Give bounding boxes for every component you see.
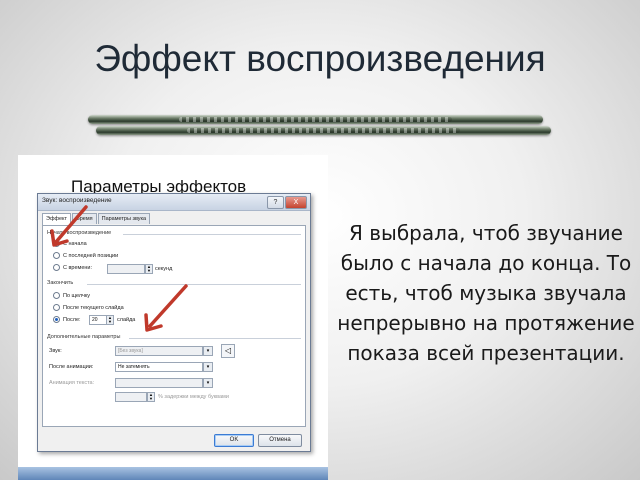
letter-delay-spinner[interactable]: ▲ ▼ bbox=[147, 392, 155, 402]
dialog-titlebar: Звук: воспроизведение ? X bbox=[38, 194, 310, 211]
speaker-icon[interactable]: ◁ bbox=[221, 344, 235, 358]
slides-count-spinner[interactable]: ▲ ▼ bbox=[106, 315, 114, 325]
radio-icon bbox=[53, 292, 60, 299]
radio-icon bbox=[53, 304, 60, 311]
seconds-label: секунд bbox=[155, 266, 173, 272]
sound-label: Звук: bbox=[49, 348, 62, 354]
radio-label: После текущего слайда bbox=[63, 304, 124, 311]
radio-after-current-slide[interactable]: После текущего слайда bbox=[53, 304, 124, 311]
sound-dropdown-arrow[interactable]: ▾ bbox=[203, 346, 213, 356]
slide-title: Эффект воспроизведения bbox=[94, 38, 546, 79]
radio-label: С последней позиции bbox=[63, 252, 119, 259]
decorative-rod-bottom bbox=[96, 126, 551, 135]
tab-sound-settings[interactable]: Параметры звука bbox=[97, 213, 151, 224]
radio-from-time[interactable]: С времени: bbox=[53, 264, 92, 271]
text-animation-dropdown-arrow[interactable]: ▾ bbox=[203, 378, 213, 388]
help-button[interactable]: ? bbox=[267, 196, 284, 209]
start-time-field[interactable] bbox=[107, 264, 145, 274]
radio-from-last-position[interactable]: С последней позиции bbox=[53, 252, 118, 259]
letter-delay-label: % задержки между буквами bbox=[158, 394, 229, 400]
after-animation-select[interactable]: Не затемнять bbox=[115, 362, 203, 372]
tab-effect[interactable]: Эффект bbox=[42, 213, 72, 225]
dialog-screenshot: Параметры эффектов Звук: воспроизведение… bbox=[18, 155, 328, 480]
dialog-tabs: Эффект Время Параметры звука bbox=[42, 213, 151, 225]
dialog-body: Начать воспроизведение С начала С послед… bbox=[42, 225, 306, 427]
after-animation-label: После анимации: bbox=[49, 364, 94, 370]
start-group-label: Начать воспроизведение bbox=[47, 230, 112, 236]
dialog-title: Звук: воспроизведение bbox=[42, 197, 112, 204]
cancel-button[interactable]: Отмена bbox=[258, 434, 302, 447]
end-group-label: Закончить bbox=[47, 280, 74, 286]
radio-after-n-slides[interactable]: После: bbox=[53, 316, 81, 323]
extra-group-label: Дополнительные параметры bbox=[47, 334, 121, 340]
decorative-rod-top bbox=[88, 115, 543, 124]
radio-label: После: bbox=[63, 316, 81, 323]
radio-from-start[interactable]: С начала bbox=[53, 240, 87, 247]
sound-playback-dialog: Звук: воспроизведение ? X Эффект Время П… bbox=[37, 193, 311, 452]
tab-timing[interactable]: Время bbox=[72, 213, 97, 224]
close-button[interactable]: X bbox=[285, 196, 307, 209]
radio-icon bbox=[53, 264, 60, 271]
text-animation-select[interactable] bbox=[115, 378, 203, 388]
radio-icon bbox=[53, 240, 60, 247]
text-animation-label: Анимация текста: bbox=[49, 380, 95, 386]
start-time-spinner[interactable]: ▲ ▼ bbox=[145, 264, 153, 274]
slides-count-field[interactable]: 20 bbox=[89, 315, 107, 325]
divider bbox=[87, 284, 301, 285]
sound-select[interactable]: [Без звука] bbox=[115, 346, 203, 356]
letter-delay-field[interactable] bbox=[115, 392, 147, 402]
radio-on-click[interactable]: По щелчку bbox=[53, 292, 90, 299]
radio-label: По щелчку bbox=[63, 292, 91, 299]
taskbar bbox=[18, 467, 328, 480]
radio-icon bbox=[53, 316, 60, 323]
ok-button[interactable]: OK bbox=[214, 434, 254, 447]
radio-label: С времени: bbox=[63, 264, 93, 271]
radio-icon bbox=[53, 252, 60, 259]
divider bbox=[123, 234, 301, 235]
divider bbox=[129, 338, 301, 339]
slides-unit-label: слайда bbox=[117, 317, 136, 323]
radio-label: С начала bbox=[63, 240, 87, 247]
explanation-text: Я выбрала, чтоб звучание было с начала д… bbox=[337, 221, 635, 365]
after-animation-dropdown-arrow[interactable]: ▾ bbox=[203, 362, 213, 372]
